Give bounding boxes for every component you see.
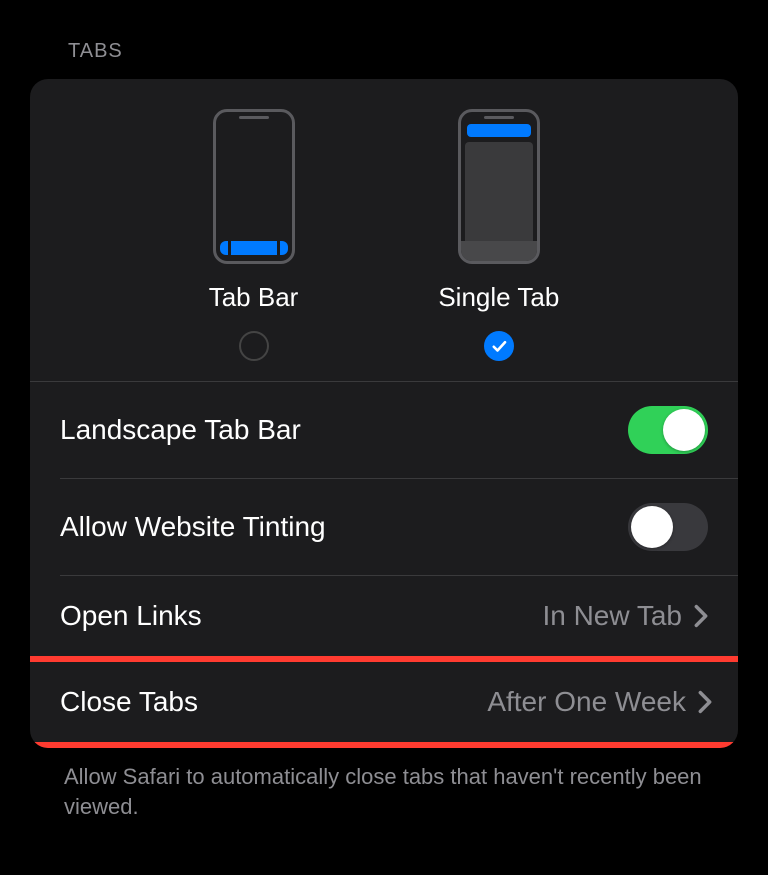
row-label: Landscape Tab Bar xyxy=(60,414,301,446)
tab-layout-option-tab-bar[interactable]: Tab Bar xyxy=(209,109,299,361)
phone-mockup-tab-bar-icon xyxy=(213,109,295,264)
row-value-group: After One Week xyxy=(487,686,712,718)
row-allow-website-tinting[interactable]: Allow Website Tinting xyxy=(30,479,738,575)
settings-tabs-section: TABS Tab Bar Single Tab xyxy=(0,0,768,841)
row-value-text: After One Week xyxy=(487,686,686,718)
radio-selected-icon xyxy=(484,331,514,361)
row-landscape-tab-bar[interactable]: Landscape Tab Bar xyxy=(30,382,738,478)
footer-description: Allow Safari to automatically close tabs… xyxy=(30,748,738,821)
tab-option-label: Tab Bar xyxy=(209,282,299,313)
highlight-close-tabs: Close Tabs After One Week xyxy=(30,656,738,748)
toggle-knob-icon xyxy=(663,409,705,451)
row-label: Allow Website Tinting xyxy=(60,511,326,543)
row-open-links[interactable]: Open Links In New Tab xyxy=(30,576,738,656)
settings-card: Tab Bar Single Tab Lan xyxy=(30,79,738,748)
section-header: TABS xyxy=(30,40,738,63)
tab-option-label: Single Tab xyxy=(438,282,559,313)
toggle-landscape-tab-bar[interactable] xyxy=(628,406,708,454)
toggle-knob-icon xyxy=(631,506,673,548)
row-value-group: In New Tab xyxy=(542,600,708,632)
tab-layout-option-single-tab[interactable]: Single Tab xyxy=(438,109,559,361)
row-label: Close Tabs xyxy=(60,686,198,718)
row-label: Open Links xyxy=(60,600,202,632)
row-value-text: In New Tab xyxy=(542,600,682,632)
checkmark-icon xyxy=(490,337,508,355)
tab-layout-options: Tab Bar Single Tab xyxy=(30,79,738,381)
toggle-allow-website-tinting[interactable] xyxy=(628,503,708,551)
radio-unselected-icon xyxy=(239,331,269,361)
phone-mockup-single-tab-icon xyxy=(458,109,540,264)
chevron-right-icon xyxy=(694,604,708,628)
chevron-right-icon xyxy=(698,690,712,714)
row-close-tabs[interactable]: Close Tabs After One Week xyxy=(36,662,732,742)
